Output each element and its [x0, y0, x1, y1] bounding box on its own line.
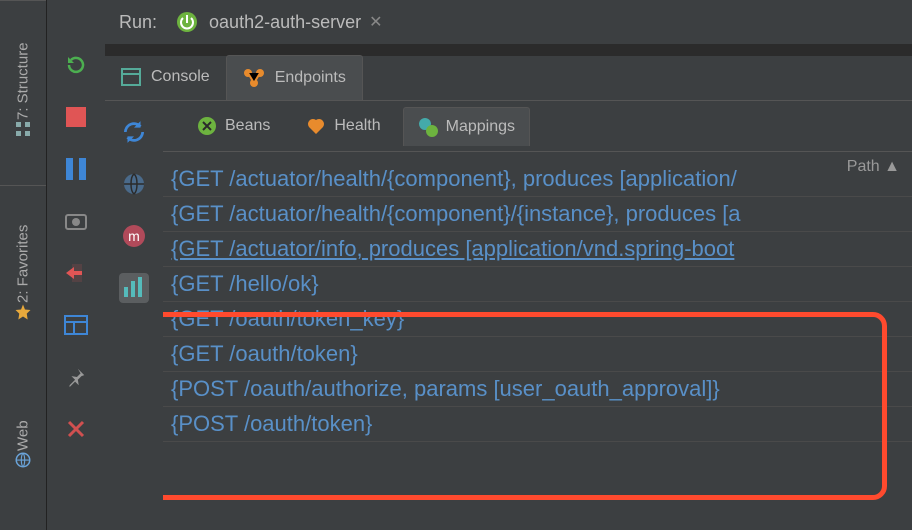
run-action-toolbar	[47, 0, 105, 530]
close-run-tab[interactable]: ✕	[369, 12, 382, 32]
health-icon	[306, 116, 326, 136]
tab-label: Endpoints	[275, 69, 346, 87]
close-button[interactable]	[61, 414, 91, 444]
svg-text:m: m	[128, 228, 140, 244]
stop-button[interactable]	[61, 102, 91, 132]
table-row[interactable]: {GET /hello/ok}	[163, 267, 912, 302]
subtab-health[interactable]: Health	[292, 107, 394, 145]
exit-button[interactable]	[61, 258, 91, 288]
spring-boot-icon	[175, 10, 199, 34]
refresh-button[interactable]	[119, 117, 149, 147]
rail-tab-label: 2: Favorites	[15, 225, 32, 303]
layout-button[interactable]	[61, 310, 91, 340]
tab-label: Console	[151, 68, 210, 86]
endpoints-side-toolbar: m	[105, 101, 163, 530]
structure-icon	[14, 120, 32, 138]
table-row[interactable]: {GET /oauth/token}	[163, 337, 912, 372]
rail-tab-structure[interactable]: 7: Structure	[0, 0, 46, 186]
beans-icon	[197, 116, 217, 136]
star-icon	[14, 303, 32, 321]
run-label: Run:	[119, 12, 157, 33]
endpoints-content: Beans Health Mappings Path ▲	[163, 101, 912, 530]
subtab-beans[interactable]: Beans	[183, 107, 284, 145]
table-row[interactable]: {POST /oauth/authorize, params [user_oau…	[163, 372, 912, 407]
rerun-button[interactable]	[61, 50, 91, 80]
pin-button[interactable]	[61, 362, 91, 392]
subtab-label: Health	[334, 117, 380, 135]
pause-button[interactable]	[61, 154, 91, 184]
rail-tab-label: Web	[15, 420, 32, 451]
run-tool-window: Run: oauth2-auth-server ✕ Console Endpoi…	[105, 0, 912, 530]
mappings-table: Path ▲ {GET /actuator/health/{component}…	[163, 151, 912, 530]
tab-endpoints[interactable]: Endpoints	[226, 55, 363, 100]
table-row[interactable]: {GET /actuator/health/{component}/{insta…	[163, 197, 912, 232]
rail-tab-web[interactable]: Web	[0, 365, 46, 530]
stats-icon-button[interactable]	[119, 273, 149, 303]
table-row[interactable]: {POST /oauth/token}	[163, 407, 912, 442]
subtab-mappings[interactable]: Mappings	[403, 107, 530, 146]
rail-tab-label: 7: Structure	[15, 43, 32, 121]
table-row[interactable]: {GET /actuator/health/{component}, produ…	[163, 162, 912, 197]
rail-tab-favorites[interactable]: 2: Favorites	[0, 185, 46, 366]
dump-threads-button[interactable]	[61, 206, 91, 236]
run-output-tabs: Console Endpoints	[105, 56, 912, 100]
http-icon-button[interactable]	[119, 169, 149, 199]
run-header: Run: oauth2-auth-server ✕	[105, 0, 912, 56]
m-icon-button[interactable]: m	[119, 221, 149, 251]
tab-console[interactable]: Console	[105, 55, 226, 100]
subtab-label: Beans	[225, 117, 270, 135]
run-config-name[interactable]: oauth2-auth-server	[209, 12, 361, 33]
globe-icon	[14, 451, 32, 469]
console-icon	[121, 68, 141, 86]
tool-window-rail: 7: Structure 2: Favorites Web	[0, 0, 47, 530]
mappings-icon	[418, 117, 438, 137]
endpoints-subtabs: Beans Health Mappings	[163, 101, 912, 151]
endpoints-icon	[243, 68, 265, 88]
table-row[interactable]: {GET /actuator/info, produces [applicati…	[163, 232, 912, 267]
subtab-label: Mappings	[446, 118, 515, 136]
table-row[interactable]: {GET /oauth/token_key}	[163, 302, 912, 337]
